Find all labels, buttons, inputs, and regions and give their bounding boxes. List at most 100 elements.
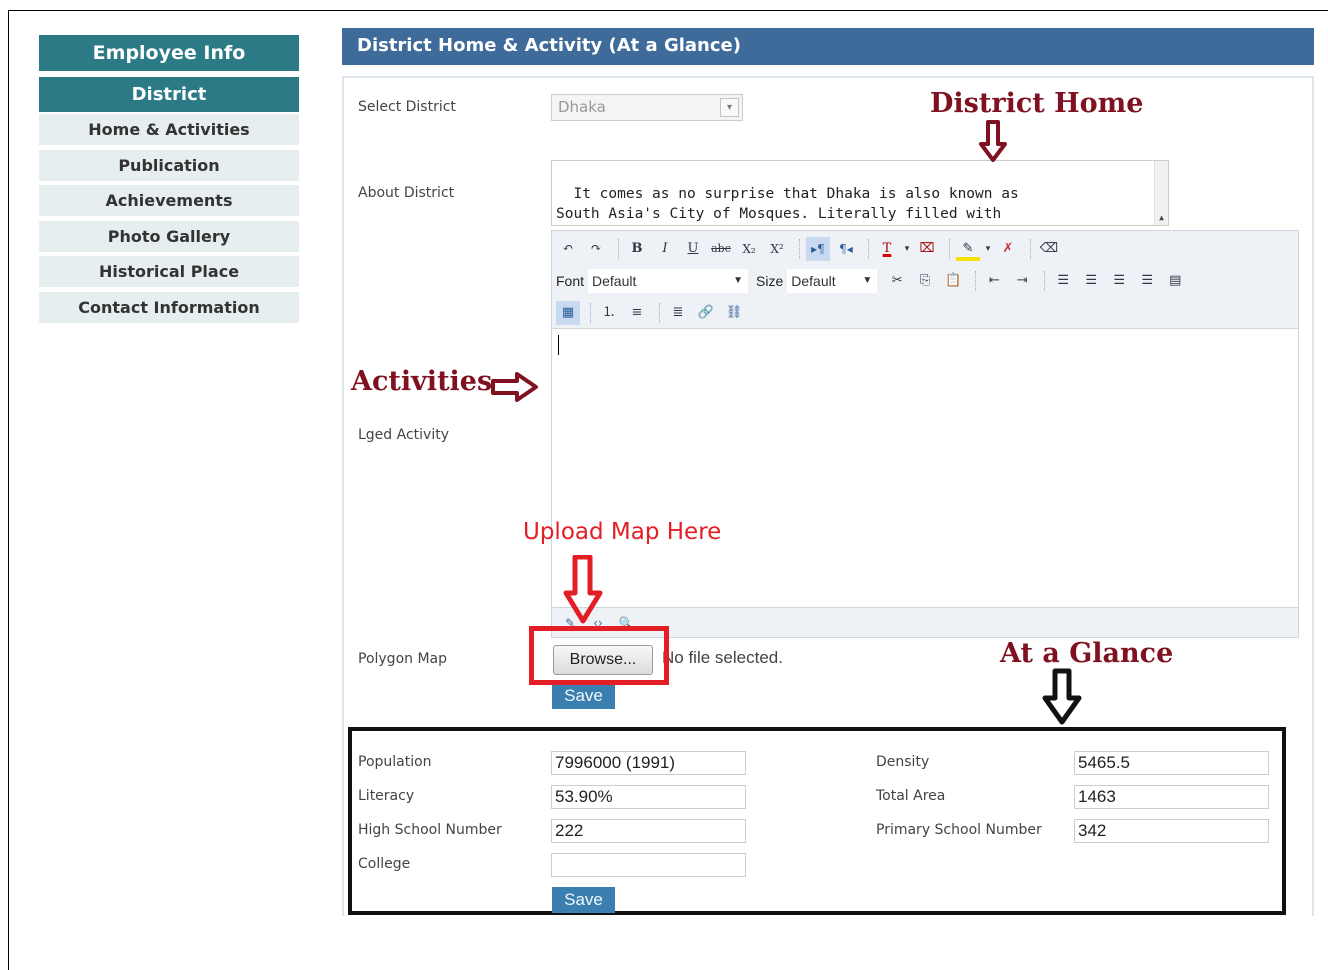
arrow-down-icon [563, 555, 603, 624]
population-input[interactable]: 7996000 (1991) [551, 751, 746, 775]
primary-school-label: Primary School Number [876, 822, 1042, 838]
full-justify-icon[interactable]: ▤ [1163, 269, 1187, 293]
sidebar-item-contact-information[interactable]: Contact Information [39, 291, 299, 323]
ltr-icon[interactable]: ▸¶ [806, 237, 830, 261]
paste-icon[interactable]: 📋 [941, 269, 965, 293]
about-district-textarea[interactable]: It comes as no surprise that Dhaka is al… [551, 160, 1169, 226]
sidebar-item-publication[interactable]: Publication [39, 149, 299, 181]
toolbar-separator [868, 239, 869, 259]
text-color-dropdown-icon[interactable]: ▾ [903, 237, 911, 261]
editor-content-area[interactable] [552, 329, 1298, 607]
scroll-up-icon[interactable]: ▲ [1155, 208, 1168, 225]
college-label: College [358, 856, 411, 872]
save-map-button[interactable]: Save [552, 683, 615, 709]
density-label: Density [876, 754, 930, 770]
toolbar-separator [590, 303, 591, 323]
bold-button[interactable]: B [625, 237, 649, 261]
high-school-input[interactable]: 222 [551, 819, 746, 843]
toolbar-row-3: ▦ ⒈ ≡ ≣ 🔗 ⛓ [556, 299, 750, 327]
copy-icon[interactable]: ⎘ [913, 269, 937, 293]
image-icon[interactable]: ▦ [556, 301, 580, 325]
high-school-label: High School Number [358, 822, 502, 838]
font-label: Font [556, 273, 585, 289]
cut-icon[interactable]: ✂ [885, 269, 909, 293]
undo-icon[interactable]: ↶ [556, 237, 580, 261]
population-label: Population [358, 754, 432, 770]
district-select[interactable]: Dhaka ▾ [551, 94, 743, 121]
sidebar-item-historical-place[interactable]: Historical Place [39, 256, 299, 287]
text-caret [558, 335, 559, 355]
page-title: District Home & Activity (At a Glance) [342, 28, 1314, 65]
editor-toolbar: ↶ ↷ B I U abc X₂ X² ▸¶ ¶◂ T ▾ ⌧ ✎ ▾ ✗ ⌫ … [552, 231, 1298, 329]
polygon-map-label: Polygon Map [358, 651, 448, 667]
chevron-down-icon: ▼ [733, 275, 744, 286]
indent-icon[interactable]: ⇥ [1010, 269, 1034, 293]
sidebar: Employee Info District Home & Activities… [39, 35, 299, 327]
about-district-text: It comes as no surprise that Dhaka is al… [556, 185, 1019, 223]
unlink-icon[interactable]: ⛓ [722, 301, 746, 325]
chevron-down-icon[interactable]: ▾ [720, 98, 739, 117]
toolbar-separator [659, 303, 660, 323]
literacy-label: Literacy [358, 788, 415, 804]
about-district-label: About District [358, 185, 455, 201]
save-glance-button[interactable]: Save [552, 887, 615, 913]
toolbar-separator [949, 239, 950, 259]
primary-school-input[interactable]: 342 [1074, 819, 1269, 843]
district-select-value: Dhaka [558, 98, 606, 116]
file-status-text: No file selected. [662, 648, 783, 667]
text-color-icon[interactable]: T [875, 237, 899, 261]
size-label: Size [756, 273, 784, 289]
eraser-icon[interactable]: ⌫ [1037, 237, 1061, 261]
district-home-annotation: District Home [930, 88, 1144, 119]
upload-map-annotation: Upload Map Here [523, 519, 722, 545]
italic-button[interactable]: I [653, 237, 677, 261]
total-area-input[interactable]: 1463 [1074, 785, 1269, 809]
total-area-label: Total Area [876, 788, 946, 804]
align-center-icon[interactable]: ☰ [1079, 269, 1103, 293]
arrow-down-icon [1042, 668, 1082, 725]
chevron-down-icon: ▼ [862, 275, 873, 286]
redo-icon[interactable]: ↷ [584, 237, 608, 261]
size-select[interactable]: Default ▼ [787, 269, 878, 293]
align-left-icon[interactable]: ☰ [1051, 269, 1075, 293]
strikethrough-icon[interactable]: abc [709, 237, 733, 261]
subscript-button[interactable]: X₂ [737, 237, 761, 261]
highlight-icon[interactable]: ✎ [956, 237, 980, 261]
clear-color-icon[interactable]: ⌧ [915, 237, 939, 261]
lged-activity-label: Lged Activity [358, 427, 449, 443]
remove-highlight-icon[interactable]: ✗ [996, 237, 1020, 261]
sidebar-item-home-activities[interactable]: Home & Activities [39, 114, 299, 145]
outdent-icon[interactable]: ⇤ [982, 269, 1006, 293]
toolbar-separator [1044, 271, 1046, 291]
align-justify-icon[interactable]: ☰ [1135, 269, 1159, 293]
upload-highlight-box [529, 626, 669, 685]
link-icon[interactable]: 🔗 [694, 301, 718, 325]
unordered-list-icon[interactable]: ≡ [625, 301, 649, 325]
ordered-list-icon[interactable]: ⒈ [597, 301, 621, 325]
font-select[interactable]: Default ▼ [588, 269, 749, 293]
superscript-button[interactable]: X² [765, 237, 789, 261]
toolbar-separator [618, 239, 619, 259]
toolbar-separator [1030, 239, 1031, 259]
arrow-right-icon [491, 372, 538, 402]
toolbar-row-1: ↶ ↷ B I U abc X₂ X² ▸¶ ¶◂ T ▾ ⌧ ✎ ▾ ✗ ⌫ [556, 235, 1065, 263]
highlight-dropdown-icon[interactable]: ▾ [984, 237, 992, 261]
college-input[interactable] [551, 853, 746, 877]
about-scrollbar[interactable]: ▲ ▼ [1154, 161, 1168, 225]
sidebar-section-district[interactable]: District [39, 77, 299, 112]
rtl-icon[interactable]: ¶◂ [834, 237, 858, 261]
horizontal-rule-icon[interactable]: ≣ [666, 301, 690, 325]
literacy-input[interactable]: 53.90% [551, 785, 746, 809]
size-select-value: Default [791, 273, 836, 289]
at-a-glance-annotation: At a Glance [1000, 638, 1174, 669]
sidebar-heading: Employee Info [39, 35, 299, 71]
lged-activity-editor: ↶ ↷ B I U abc X₂ X² ▸¶ ¶◂ T ▾ ⌧ ✎ ▾ ✗ ⌫ … [551, 230, 1299, 638]
select-district-label: Select District [358, 99, 456, 115]
arrow-down-icon [979, 120, 1007, 162]
sidebar-item-achievements[interactable]: Achievements [39, 185, 299, 216]
density-input[interactable]: 5465.5 [1074, 751, 1269, 775]
sidebar-item-photo-gallery[interactable]: Photo Gallery [39, 220, 299, 252]
underline-button[interactable]: U [681, 237, 705, 261]
align-right-icon[interactable]: ☰ [1107, 269, 1131, 293]
font-select-value: Default [592, 273, 637, 289]
